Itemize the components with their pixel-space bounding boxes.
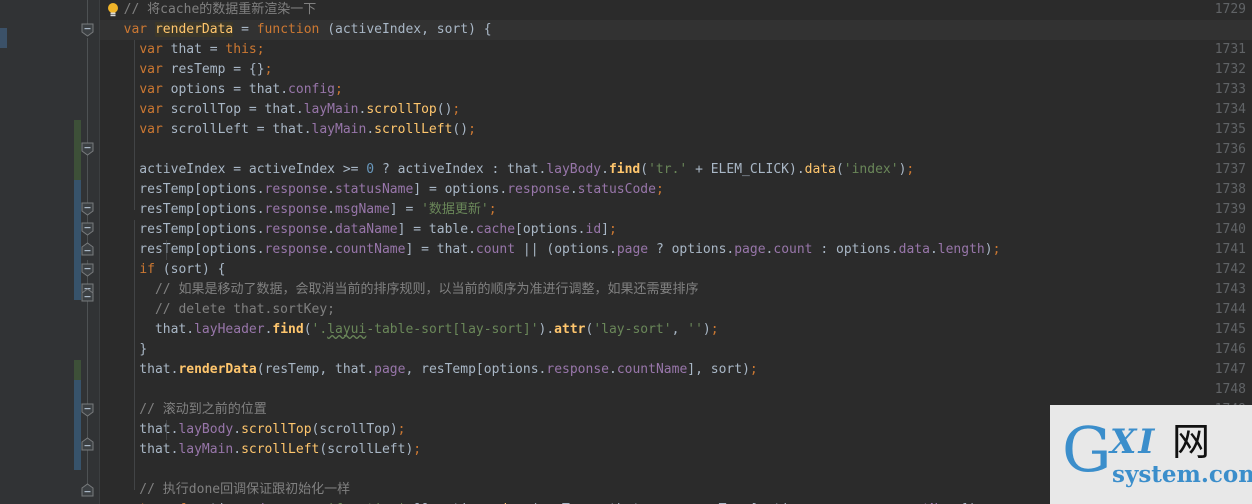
change-bar-added[interactable]: [74, 360, 81, 380]
code-line[interactable]: var scrollTop = that.layMain.scrollTop()…: [100, 100, 1252, 120]
fold-collapse-icon[interactable]: [81, 403, 94, 417]
code-line[interactable]: }: [100, 340, 1252, 360]
fold-collapse-icon[interactable]: [81, 202, 94, 216]
inspection-warning-token: layui: [327, 322, 367, 337]
indent-guide: [166, 240, 167, 260]
code-line[interactable]: var scrollLeft = that.layMain.scrollLeft…: [100, 120, 1252, 140]
code-line[interactable]: // 将cache的数据重新渲染一下: [100, 0, 1252, 20]
indent-guide: [134, 40, 135, 210]
code-line[interactable]: // 如果是移动了数据，会取消当前的排序规则，以当前的顺序为准进行调整，如果还需…: [100, 280, 1252, 300]
indent-guide: [166, 420, 167, 440]
fold-end-icon[interactable]: [81, 437, 94, 451]
annotation-marker[interactable]: [0, 28, 7, 48]
watermark-logo: G XI 网 system.com: [1050, 405, 1252, 504]
code-line[interactable]: that.renderData(resTemp, that.page, resT…: [100, 360, 1252, 380]
code-line[interactable]: var resTemp = {};: [100, 60, 1252, 80]
watermark-cn-char: 网: [1172, 420, 1211, 464]
code-line[interactable]: resTemp[options.response.dataName] = tab…: [100, 220, 1252, 240]
code-editor[interactable]: 1729 1730 1731 1732 1733 1734 1735 1736 …: [0, 0, 1252, 504]
indent-guide: [134, 220, 135, 490]
change-bar-modified[interactable]: [74, 380, 81, 470]
change-bar-modified[interactable]: [74, 180, 81, 200]
fold-collapse-icon[interactable]: [81, 23, 94, 37]
code-line[interactable]: var options = that.config;: [100, 80, 1252, 100]
fold-collapse-icon[interactable]: [81, 263, 94, 277]
code-line[interactable]: [100, 140, 1252, 160]
code-line[interactable]: activeIndex = activeIndex >= 0 ? activeI…: [100, 160, 1252, 180]
change-bar-added[interactable]: [74, 120, 81, 180]
code-line[interactable]: var renderData = function (activeIndex, …: [100, 20, 1252, 40]
lightbulb-icon[interactable]: [106, 2, 120, 22]
code-line[interactable]: [100, 380, 1252, 400]
code-line[interactable]: resTemp[options.response.msgName] = '数据更…: [100, 200, 1252, 220]
code-line[interactable]: // delete that.sortKey;: [100, 300, 1252, 320]
fold-end-icon[interactable]: [81, 483, 94, 497]
code-line[interactable]: that.layHeader.find('.layui-table-sort[l…: [100, 320, 1252, 340]
change-bar-modified[interactable]: [74, 200, 81, 300]
fold-collapse-icon[interactable]: [81, 142, 94, 156]
fold-end-icon[interactable]: [81, 288, 94, 302]
watermark-subtitle: system.com: [1112, 461, 1252, 488]
annotation-strip[interactable]: [0, 0, 7, 504]
code-token-comment: // 将cache的数据重新渲染一下: [108, 2, 317, 17]
gutter-separator: [99, 0, 100, 504]
watermark-letters-xi: XI: [1110, 422, 1157, 462]
fold-end-icon[interactable]: [81, 242, 94, 256]
highlighted-identifier: renderData: [154, 22, 234, 37]
code-line[interactable]: var that = this;: [100, 40, 1252, 60]
fold-collapse-icon[interactable]: [81, 222, 94, 236]
code-line[interactable]: if (sort) {: [100, 260, 1252, 280]
code-line[interactable]: resTemp[options.response.countName] = th…: [100, 240, 1252, 260]
code-line[interactable]: resTemp[options.response.statusName] = o…: [100, 180, 1252, 200]
watermark-letter-g: G: [1062, 413, 1112, 486]
